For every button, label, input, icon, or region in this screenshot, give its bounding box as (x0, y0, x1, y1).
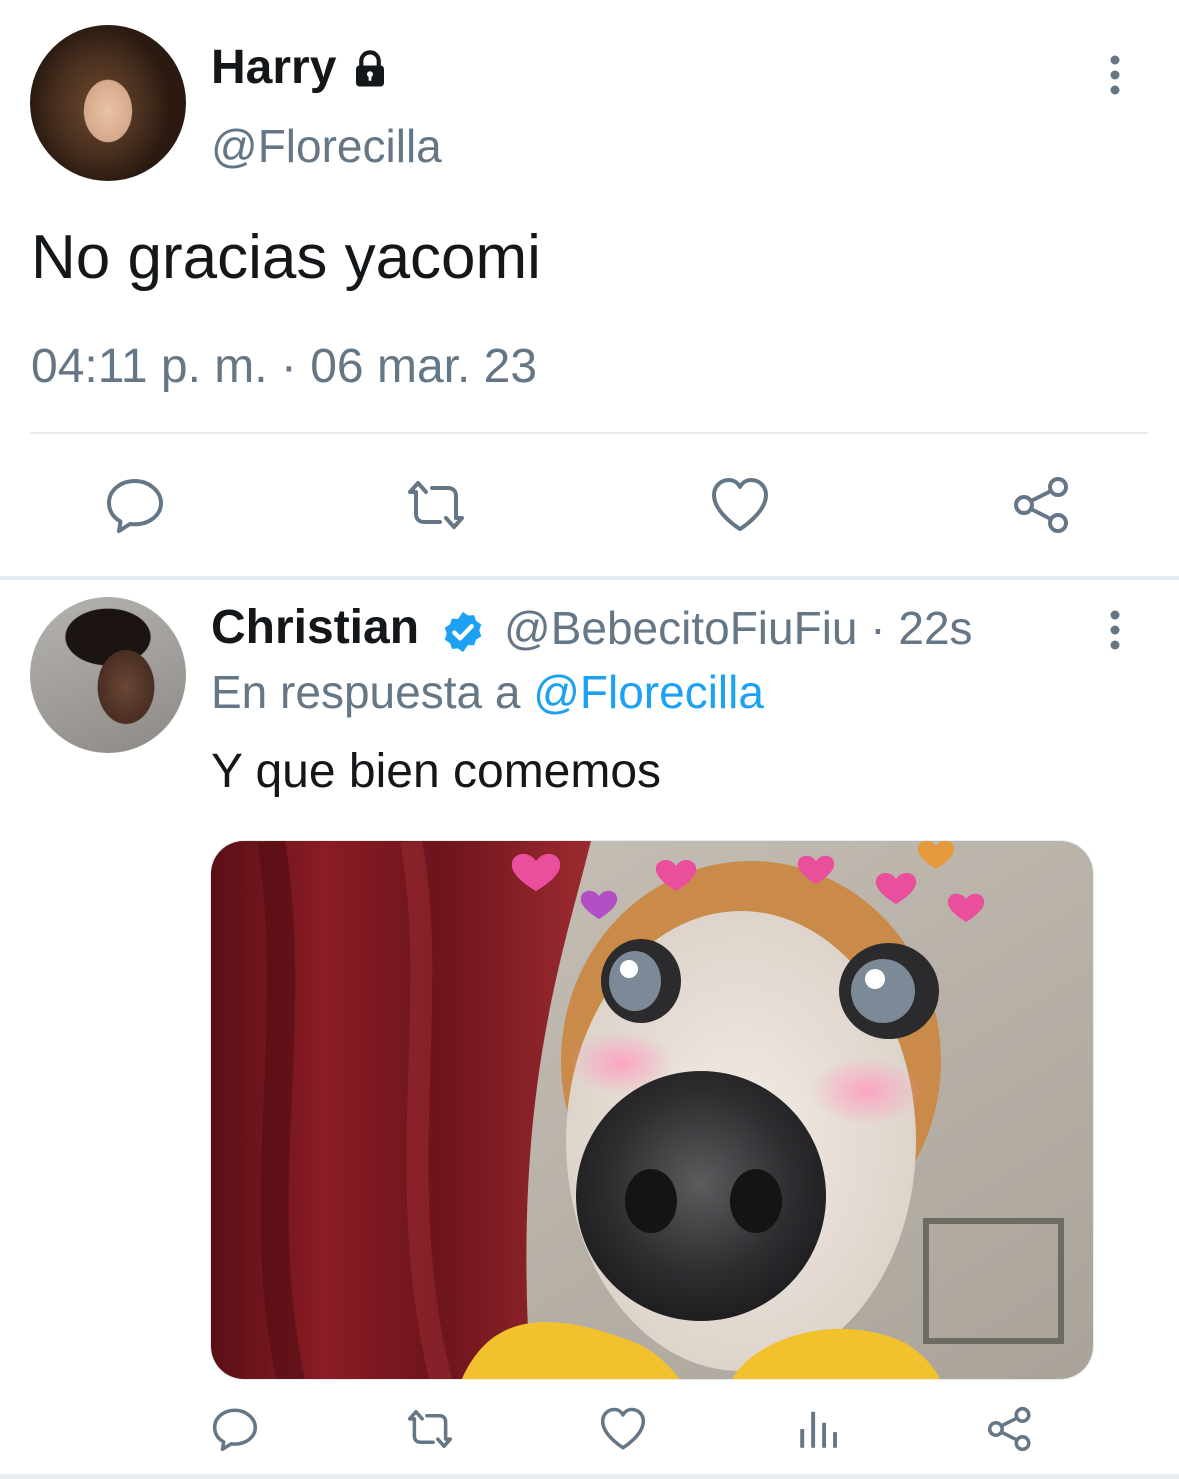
divider (30, 432, 1148, 434)
section-divider (0, 576, 1179, 580)
retweet-icon[interactable] (404, 473, 468, 537)
more-vertical-icon[interactable] (1098, 55, 1132, 95)
reply-context-mention[interactable]: @Florecilla (533, 666, 764, 718)
main-tweet-display-name[interactable]: Harry (211, 40, 336, 96)
main-tweet-avatar[interactable] (30, 25, 186, 181)
main-tweet-handle[interactable]: @Florecilla (211, 118, 442, 174)
reply-tweet-handle-time[interactable]: @BebecitoFiuFiu · 22s (504, 600, 973, 656)
divider (0, 1474, 1179, 1479)
reply-icon[interactable] (210, 1404, 260, 1454)
like-icon[interactable] (708, 473, 772, 537)
retweet-icon[interactable] (405, 1404, 455, 1454)
reply-context: En respuesta a @Florecilla (211, 664, 764, 720)
main-tweet-timestamp: 04:11 p. m. · 06 mar. 23 (31, 340, 538, 393)
reply-tweet-text: Y que bien comemos (211, 745, 662, 798)
more-vertical-icon[interactable] (1098, 610, 1132, 650)
dog-meme-image[interactable] (210, 840, 1094, 1380)
reply-tweet-avatar[interactable] (30, 597, 186, 753)
verified-badge-icon (444, 611, 482, 653)
like-icon[interactable] (598, 1404, 648, 1454)
reply-context-prefix: En respuesta a (211, 666, 521, 718)
reply-icon[interactable] (103, 473, 167, 537)
share-icon[interactable] (1010, 473, 1074, 537)
lock-icon (356, 50, 384, 87)
share-icon[interactable] (985, 1404, 1035, 1454)
reply-tweet-display-name[interactable]: Christian (211, 600, 419, 656)
analytics-icon[interactable] (794, 1404, 844, 1454)
main-tweet-text: No gracias yacomi (31, 223, 541, 292)
